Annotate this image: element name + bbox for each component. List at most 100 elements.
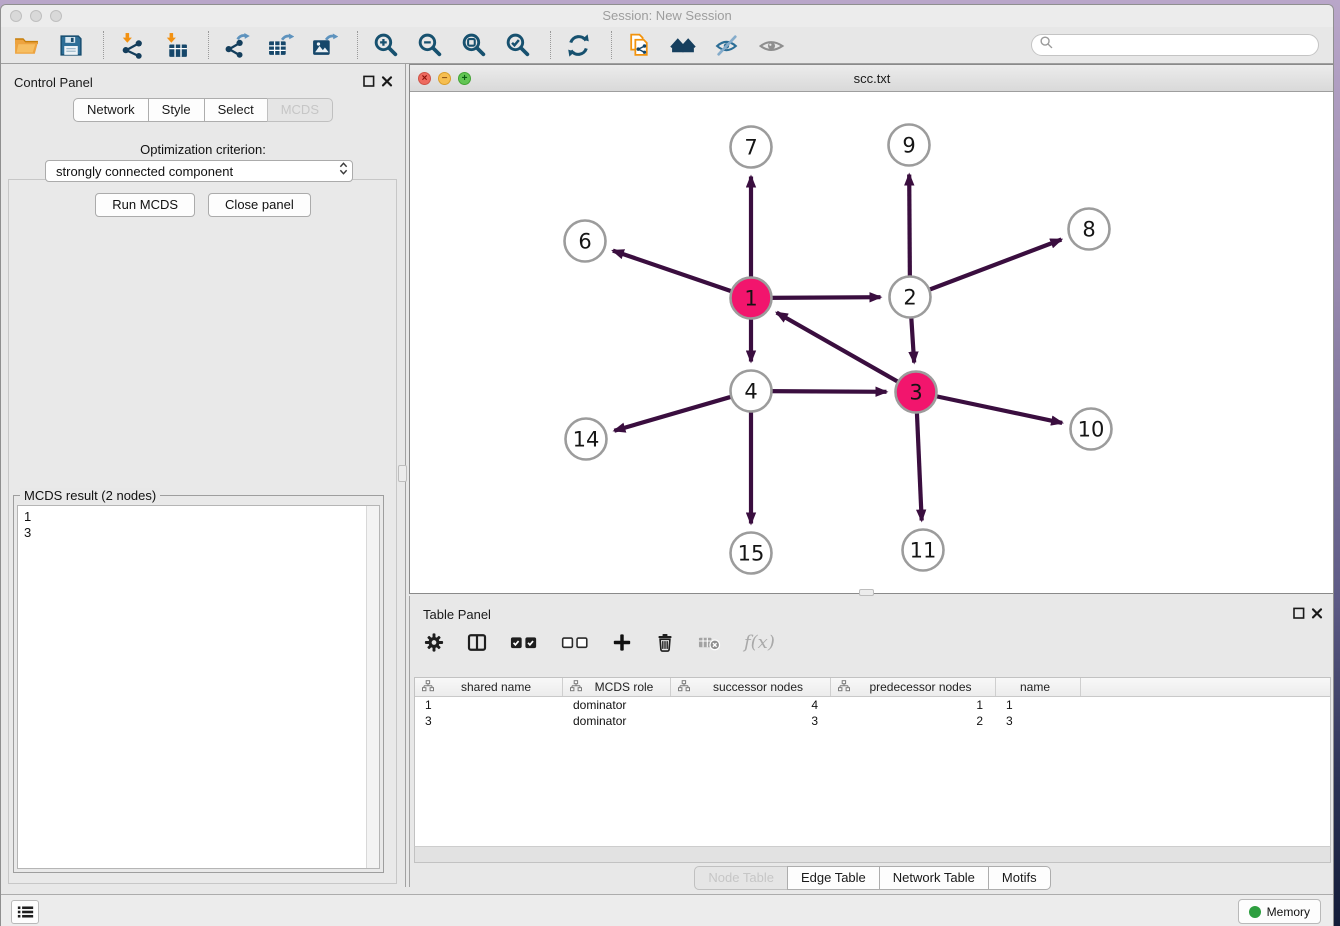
graph-edge-4-14[interactable] xyxy=(614,395,737,431)
delete-table-button[interactable] xyxy=(698,632,721,653)
horizontal-split-grip[interactable] xyxy=(859,589,874,596)
close-panel-icon[interactable] xyxy=(381,75,394,88)
tab-edge-table[interactable]: Edge Table xyxy=(787,866,880,890)
zoom-selected-button[interactable] xyxy=(502,30,532,60)
export-network-button[interactable] xyxy=(221,30,251,60)
mcds-result-box: MCDS result (2 nodes) 1 3 xyxy=(13,495,384,873)
network-list-button[interactable] xyxy=(11,900,39,924)
export-table-button[interactable] xyxy=(265,30,295,60)
svg-text:6: 6 xyxy=(578,230,591,254)
table-close-panel-icon[interactable] xyxy=(1311,607,1324,620)
graph-edge-3-1[interactable] xyxy=(777,313,904,385)
graph-edge-1-2[interactable] xyxy=(765,297,880,298)
cybrowser-button[interactable] xyxy=(624,30,654,60)
deselect-all-icon xyxy=(561,632,589,653)
tab-network-table[interactable]: Network Table xyxy=(879,866,989,890)
show-details-button[interactable] xyxy=(756,30,786,60)
graph-node-10[interactable]: 10 xyxy=(1071,409,1112,450)
import-table-icon xyxy=(162,32,189,59)
float-panel-icon[interactable] xyxy=(363,75,376,88)
network-canvas[interactable]: 7 9 6 8 1 2 4 3 14 10 15 11 xyxy=(410,92,1334,593)
graph-node-9[interactable]: 9 xyxy=(889,125,930,166)
table-row[interactable]: 3dominator323 xyxy=(415,713,1330,729)
column-header-shared-name[interactable]: shared name xyxy=(415,678,563,696)
home-icon xyxy=(670,32,697,59)
memory-button[interactable]: Memory xyxy=(1238,899,1321,924)
column-header-MCDS-role[interactable]: MCDS role xyxy=(563,678,671,696)
export-image-icon xyxy=(311,32,338,59)
tab-motifs[interactable]: Motifs xyxy=(988,866,1051,890)
save-session-button[interactable] xyxy=(55,30,85,60)
zoom-selected-icon xyxy=(504,32,531,59)
search-field[interactable] xyxy=(1031,34,1319,56)
graph-node-2[interactable]: 2 xyxy=(890,277,931,318)
settings-button[interactable] xyxy=(424,632,444,653)
graph-edge-2-9[interactable] xyxy=(909,174,910,282)
refresh-button[interactable] xyxy=(563,30,593,60)
run-mcds-button[interactable]: Run MCDS xyxy=(95,193,195,217)
table-scrollbar-strip[interactable] xyxy=(414,846,1331,863)
memory-status-icon xyxy=(1249,906,1261,918)
zoom-in-button[interactable] xyxy=(370,30,400,60)
select-all-button[interactable] xyxy=(510,632,538,653)
graph-edge-1-6[interactable] xyxy=(613,251,737,294)
toolbar-separator xyxy=(550,31,551,59)
mcds-result-area[interactable]: 1 3 xyxy=(17,505,380,869)
zoom-out-button[interactable] xyxy=(414,30,444,60)
graph-node-8[interactable]: 8 xyxy=(1069,209,1110,250)
main-toolbar xyxy=(1,27,1333,64)
graph-edge-4-3[interactable] xyxy=(765,391,886,392)
export-table-icon xyxy=(267,32,294,59)
table-cell: 1 xyxy=(415,697,563,713)
graph-node-4[interactable]: 4 xyxy=(731,371,772,412)
criterion-dropdown[interactable]: strongly connected component xyxy=(45,160,353,182)
column-header-successor-nodes[interactable]: successor nodes xyxy=(671,678,831,696)
open-session-button[interactable] xyxy=(11,30,41,60)
table-row[interactable]: 1dominator411 xyxy=(415,697,1330,713)
graph-edge-2-8[interactable] xyxy=(924,239,1062,291)
tab-select[interactable]: Select xyxy=(204,98,268,122)
delete-button[interactable] xyxy=(655,632,675,653)
graph-node-15[interactable]: 15 xyxy=(731,533,772,574)
home-button[interactable] xyxy=(668,30,698,60)
export-image-button[interactable] xyxy=(309,30,339,60)
graph-node-6[interactable]: 6 xyxy=(565,221,606,262)
tab-style[interactable]: Style xyxy=(148,98,205,122)
graph-edge-2-3[interactable] xyxy=(911,311,914,362)
vertical-split-grip[interactable] xyxy=(398,465,407,482)
tab-node-table[interactable]: Node Table xyxy=(694,866,788,890)
graph-node-14[interactable]: 14 xyxy=(566,419,607,460)
network-window-titlebar[interactable]: × − + scc.txt xyxy=(410,65,1334,92)
import-table-button[interactable] xyxy=(160,30,190,60)
window-title: Session: New Session xyxy=(1,8,1333,23)
tab-mcds[interactable]: MCDS xyxy=(267,98,333,122)
function-builder-button[interactable]: f(x) xyxy=(744,632,775,653)
import-network-button[interactable] xyxy=(116,30,146,60)
network-window-title: scc.txt xyxy=(410,71,1334,86)
network-graph[interactable]: 7 9 6 8 1 2 4 3 14 10 15 11 xyxy=(410,92,1334,595)
hide-details-button[interactable] xyxy=(712,30,742,60)
add-button[interactable] xyxy=(612,632,632,653)
graph-node-1[interactable]: 1 xyxy=(731,278,772,319)
app-titlebar[interactable]: Session: New Session xyxy=(1,5,1333,27)
column-header-predecessor-nodes[interactable]: predecessor nodes xyxy=(831,678,996,696)
column-header-name[interactable]: name xyxy=(996,678,1081,696)
table-tabs: Node TableEdge TableNetwork TableMotifs xyxy=(410,866,1334,890)
deselect-all-button[interactable] xyxy=(561,632,589,653)
column-view-button[interactable] xyxy=(467,632,487,653)
toolbar-separator xyxy=(611,31,612,59)
graph-node-3[interactable]: 3 xyxy=(896,372,937,413)
graph-edge-3-11[interactable] xyxy=(917,406,922,520)
search-input[interactable] xyxy=(1054,36,1318,54)
tab-network[interactable]: Network xyxy=(73,98,149,122)
graph-node-7[interactable]: 7 xyxy=(731,127,772,168)
table-float-panel-icon[interactable] xyxy=(1293,607,1306,620)
settings-icon xyxy=(424,632,444,653)
network-view-window[interactable]: × − + scc.txt 7 9 6 8 1 2 4 3 14 10 15 11 xyxy=(409,64,1334,594)
result-scrollbar[interactable] xyxy=(366,506,379,868)
graph-node-11[interactable]: 11 xyxy=(903,530,944,571)
zoom-fit-button[interactable] xyxy=(458,30,488,60)
graph-edge-3-10[interactable] xyxy=(930,395,1062,423)
close-panel-button[interactable]: Close panel xyxy=(208,193,311,217)
column-view-icon xyxy=(467,632,487,653)
